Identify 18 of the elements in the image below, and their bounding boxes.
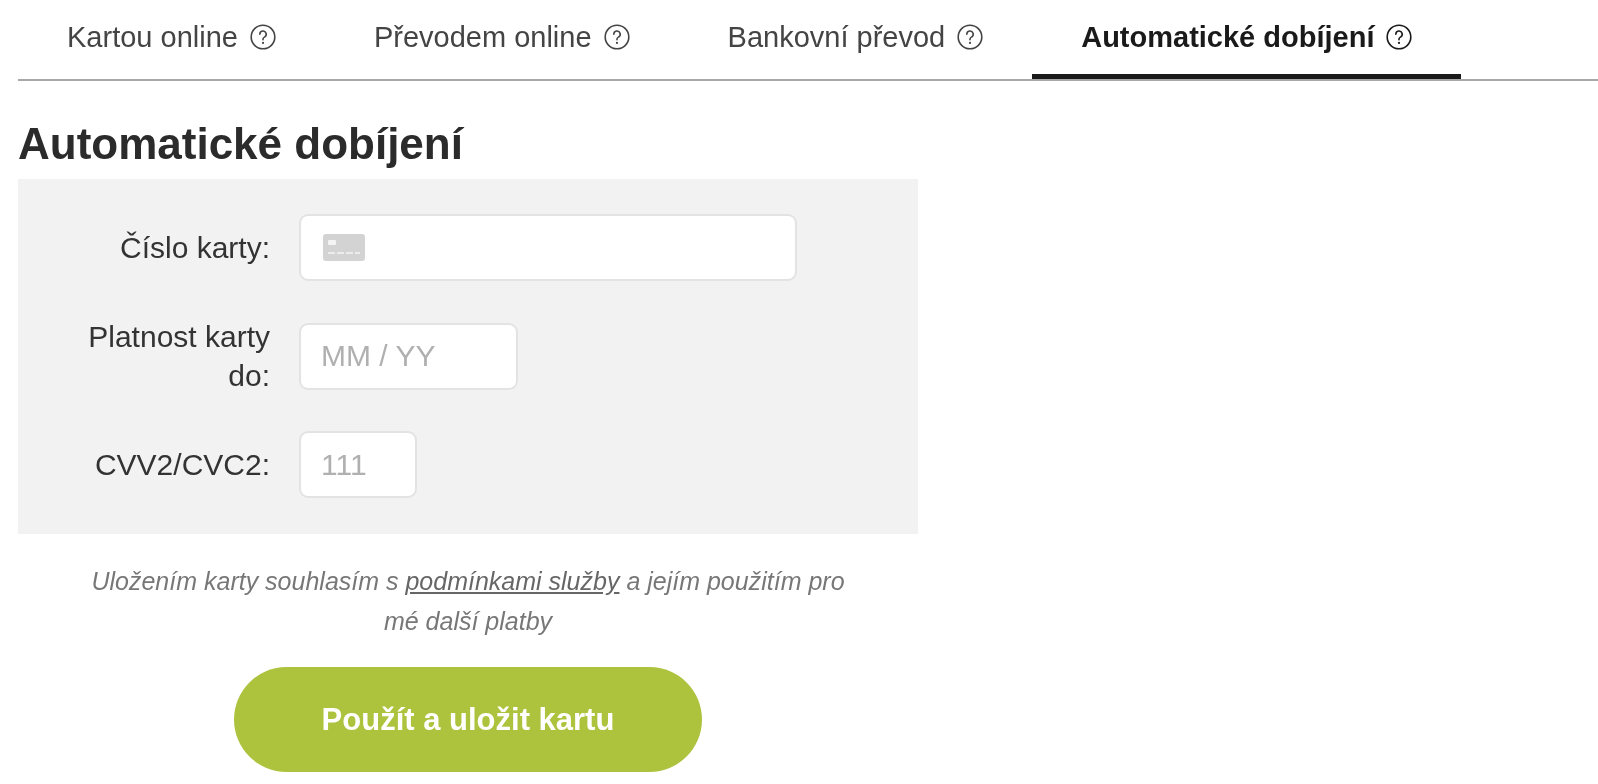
- cvv-field[interactable]: 111: [299, 431, 417, 498]
- tab[interactable]: Převodem online: [324, 0, 679, 79]
- expiry-date-field[interactable]: MM / YY: [299, 322, 518, 390]
- consent-text: Uložením karty souhlasím s podmínkami služby a jejím použitím pro mé další platby: [90, 566, 846, 637]
- help-icon[interactable]: [249, 24, 276, 50]
- section-heading: Automatické dobíjení: [18, 118, 465, 170]
- help-icon[interactable]: [603, 24, 630, 50]
- help-icon[interactable]: [957, 24, 984, 50]
- tab[interactable]: Bankovní převod: [678, 0, 1033, 79]
- credit-card-icon: [323, 234, 365, 261]
- tab[interactable]: Kartou online: [18, 0, 325, 79]
- terms-link[interactable]: podmínkami služby: [405, 567, 620, 595]
- field-label: Platnost karty do:: [87, 319, 270, 394]
- tab[interactable]: Automatické dobíjení: [1032, 0, 1462, 79]
- field-label: Číslo karty:: [118, 230, 270, 266]
- card-number-field[interactable]: [299, 214, 797, 281]
- field-label: CVV2/CVC2:: [93, 447, 270, 483]
- help-icon[interactable]: [1386, 24, 1413, 50]
